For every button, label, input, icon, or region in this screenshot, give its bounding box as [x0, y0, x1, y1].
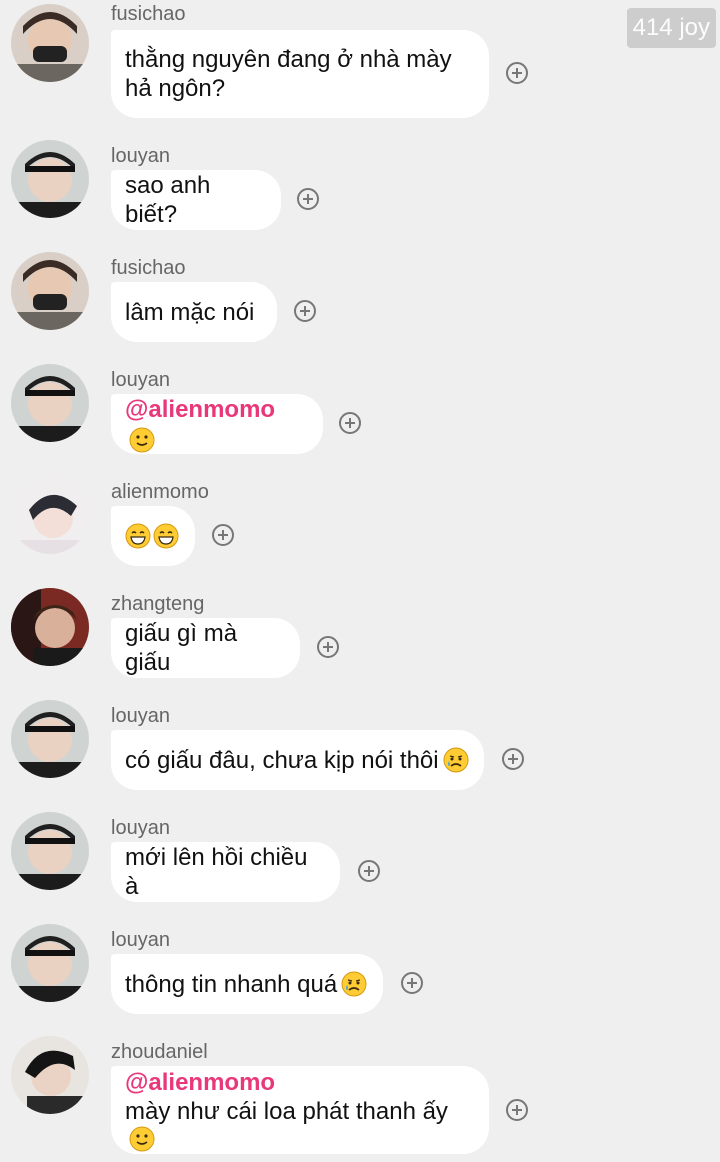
message-text: mày như cái loa phát thanh ấy: [125, 1098, 448, 1125]
avatar-alienmomo[interactable]: [11, 476, 89, 554]
react-plus-button[interactable]: [401, 972, 423, 994]
react-plus-button[interactable]: [212, 524, 234, 546]
react-plus-button[interactable]: [506, 62, 528, 84]
username: zhangteng: [111, 593, 205, 615]
react-plus-button[interactable]: [294, 300, 316, 322]
avatar-louyan[interactable]: [11, 812, 89, 890]
message-bubble[interactable]: có giấu đâu, chưa kịp nói thôi: [111, 730, 484, 790]
message-bubble[interactable]: [111, 506, 195, 566]
message-text: thông tin nhanh quá: [125, 970, 338, 998]
message-text: giấu gì mà giấu: [125, 620, 238, 676]
message-bubble[interactable]: thông tin nhanh quá: [111, 954, 383, 1014]
username: fusichao: [111, 3, 186, 25]
username: louyan: [111, 817, 170, 839]
mention-link[interactable]: @alienmomo: [125, 1068, 275, 1097]
message-bubble[interactable]: @alienmomo mày như cái loa phát thanh ấy: [111, 1066, 489, 1154]
message-text: sao anh biết?: [125, 172, 211, 228]
react-plus-button[interactable]: [506, 1099, 528, 1121]
slightly-smiling-face-icon: [129, 427, 155, 453]
react-plus-button[interactable]: [317, 636, 339, 658]
message-bubble[interactable]: thằng nguyên đang ở nhà mày hả ngôn?: [111, 30, 489, 118]
avatar-louyan[interactable]: [11, 364, 89, 442]
message-bubble[interactable]: mới lên hồi chiều à: [111, 842, 340, 902]
avatar-zhangteng[interactable]: [11, 588, 89, 666]
react-plus-button[interactable]: [339, 412, 361, 434]
slightly-smiling-face-icon: [129, 1126, 155, 1152]
grinning-face-icon: [153, 523, 179, 549]
username: louyan: [111, 929, 170, 951]
react-plus-button[interactable]: [297, 188, 319, 210]
react-plus-button[interactable]: [502, 748, 524, 770]
chat-view[interactable]: 414 joy fusichao thằng nguyên đang ở nhà…: [0, 0, 720, 1162]
avatar-fusichao[interactable]: [11, 4, 89, 82]
avatar-louyan[interactable]: [11, 700, 89, 778]
avatar-zhoudaniel[interactable]: [11, 1036, 89, 1114]
mention-link[interactable]: @alienmomo: [125, 395, 275, 424]
sad-tear-face-icon: [341, 971, 367, 997]
grinning-face-icon: [125, 523, 151, 549]
message-bubble[interactable]: lâm mặc nói: [111, 282, 277, 342]
avatar-louyan[interactable]: [11, 924, 89, 1002]
username: louyan: [111, 369, 170, 391]
username: fusichao: [111, 257, 186, 279]
username: zhoudaniel: [111, 1041, 208, 1063]
username: louyan: [111, 145, 170, 167]
react-plus-button[interactable]: [358, 860, 380, 882]
message-text: mới lên hồi chiều à: [125, 844, 308, 900]
message-bubble[interactable]: sao anh biết?: [111, 170, 281, 230]
message-text: lâm mặc nói: [125, 298, 255, 326]
username: louyan: [111, 705, 170, 727]
message-text: thằng nguyên đang ở nhà mày hả ngôn?: [125, 46, 452, 102]
message-bubble[interactable]: giấu gì mà giấu: [111, 618, 300, 678]
message-text: có giấu đâu, chưa kịp nói thôi: [125, 746, 439, 774]
avatar-fusichao[interactable]: [11, 252, 89, 330]
username: alienmomo: [111, 481, 209, 503]
watermark: 414 joy: [626, 8, 716, 48]
avatar-louyan[interactable]: [11, 140, 89, 218]
sad-tear-face-icon: [443, 747, 469, 773]
message-bubble[interactable]: @alienmomo: [111, 394, 323, 454]
